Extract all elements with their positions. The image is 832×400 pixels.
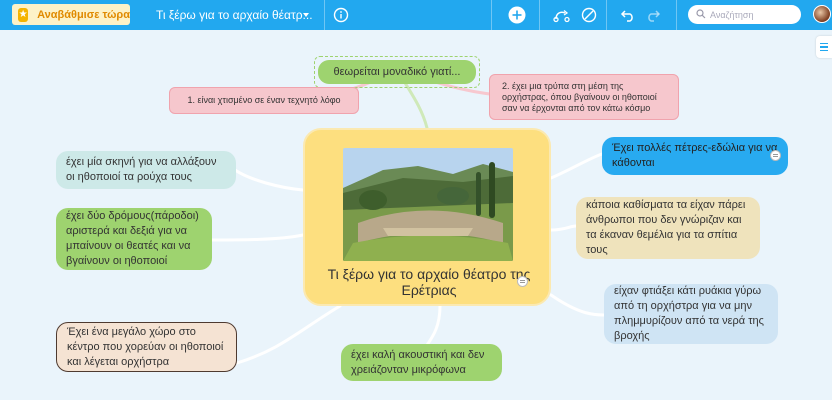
avatar[interactable] xyxy=(813,5,831,23)
node-right-1-text: Έχει πολλές πέτρες-εδώλια για να κάθοντα… xyxy=(612,142,778,169)
node-top-center-frame: θεωρείται μοναδικό γιατί... xyxy=(314,56,480,88)
search-box[interactable] xyxy=(688,5,801,24)
undo-icon[interactable] xyxy=(618,5,638,25)
cancel-icon[interactable] xyxy=(579,5,599,25)
comment-icon[interactable] xyxy=(517,276,528,287)
style-icon[interactable] xyxy=(552,5,572,25)
node-left-2[interactable]: έχει δύο δρόμους(πάροδοι) αριστερά και δ… xyxy=(56,208,212,270)
node-top-center[interactable]: θεωρείται μοναδικό γιατί... xyxy=(318,60,476,84)
toolbar-divider xyxy=(539,0,540,30)
star-icon: ★ xyxy=(18,7,29,22)
node-left-1[interactable]: έχει μία σκηνή για να αλλάξουν οι ηθοποι… xyxy=(56,151,236,189)
info-icon[interactable] xyxy=(331,5,351,25)
node-top-left-pink[interactable]: 1. είναι χτισμένο σε έναν τεχνητό λόφο xyxy=(169,87,359,114)
add-icon[interactable] xyxy=(507,5,527,25)
node-top-right-pink[interactable]: 2. έχει μια τρύπα στη μέση της ορχήστρας… xyxy=(489,74,679,120)
node-right-1[interactable]: Έχει πολλές πέτρες-εδώλια για να κάθοντα… xyxy=(602,137,788,175)
toolbar-divider xyxy=(606,0,607,30)
toolbar-divider xyxy=(491,0,492,30)
comment-icon[interactable] xyxy=(770,150,781,161)
central-topic[interactable]: Τι ξέρω για το αρχαίο θέατρο της Ερέτρια… xyxy=(303,128,551,306)
redo-icon[interactable] xyxy=(643,5,663,25)
top-toolbar: ★ Αναβάθμισε τώρα Τι ξέρω για το αρχαίο … xyxy=(0,0,832,30)
node-right-3[interactable]: είχαν φτιάξει κάτι ρυάκια γύρω από τη ορ… xyxy=(604,284,778,344)
upgrade-label: Αναβάθμισε τώρα xyxy=(37,8,130,21)
search-input[interactable] xyxy=(710,9,790,20)
document-title[interactable]: Τι ξέρω για το αρχαίο θέατρ... xyxy=(156,8,313,22)
theatre-photo xyxy=(343,148,513,261)
node-left-3[interactable]: Έχει ένα μεγάλο χώρο στο κέντρο που χορε… xyxy=(56,322,237,372)
node-right-2[interactable]: κάποια καθίσματα τα είχαν πάρει άνθρωποι… xyxy=(576,197,760,259)
search-icon xyxy=(696,6,706,24)
toolbar-divider xyxy=(324,0,325,30)
central-topic-title: Τι ξέρω για το αρχαίο θέατρο της Ερέτρια… xyxy=(327,266,531,298)
node-bottom-center[interactable]: έχει καλή ακουστική και δεν χρειάζονταν … xyxy=(341,344,502,381)
toolbar-divider xyxy=(676,0,677,30)
chevron-down-icon[interactable] xyxy=(303,13,309,17)
upgrade-button[interactable]: ★ Αναβάθμισε τώρα xyxy=(12,4,130,25)
